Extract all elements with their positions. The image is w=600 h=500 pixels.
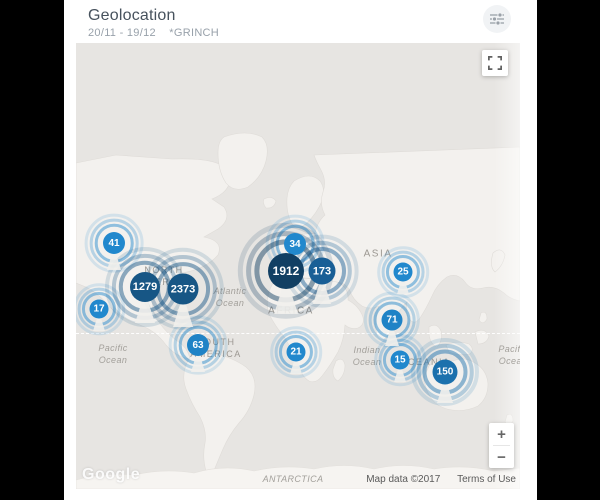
cluster-count: 2373 bbox=[168, 274, 199, 305]
terms-of-use-link[interactable]: Terms of Use bbox=[457, 474, 516, 485]
fullscreen-button[interactable] bbox=[482, 50, 508, 76]
filter-tag: *GRINCH bbox=[169, 27, 219, 39]
page-title: Geolocation bbox=[88, 7, 176, 25]
cluster-count: 15 bbox=[391, 351, 410, 370]
fullscreen-icon bbox=[488, 56, 502, 70]
map-attribution: Map data ©2017 Terms of Use bbox=[366, 474, 516, 485]
map-canvas[interactable]: NORTH AMERICASOUTH AMERICAASIAAFRICAOCEA… bbox=[76, 43, 520, 489]
card-header: Geolocation 20/11 - 19/12 *GRINCH bbox=[64, 0, 537, 43]
cluster-count: 150 bbox=[433, 360, 458, 385]
cluster-count: 1912 bbox=[268, 253, 304, 289]
cluster-count: 25 bbox=[394, 263, 413, 282]
zoom-control: + − bbox=[489, 423, 514, 468]
cluster-count: 17 bbox=[90, 300, 109, 319]
cluster-count: 21 bbox=[287, 343, 306, 362]
map-clusters-layer: 41 17 34 25 63 21 71 15 150 173 2373 1279 1912 bbox=[76, 43, 520, 489]
zoom-in-button[interactable]: + bbox=[489, 423, 514, 445]
google-logo[interactable]: Google bbox=[82, 466, 140, 484]
cluster-count: 173 bbox=[309, 258, 336, 285]
cluster-count: 71 bbox=[382, 310, 403, 331]
geolocation-card: Geolocation 20/11 - 19/12 *GRINCH bbox=[64, 0, 537, 500]
cluster-count: 34 bbox=[284, 233, 306, 255]
card-subtitle: 20/11 - 19/12 *GRINCH bbox=[88, 27, 219, 39]
cluster-count: 1279 bbox=[130, 272, 160, 302]
map-data-copyright: Map data ©2017 bbox=[366, 474, 440, 485]
filter-button[interactable] bbox=[483, 5, 511, 33]
sliders-icon bbox=[489, 12, 505, 26]
zoom-out-button[interactable]: − bbox=[489, 446, 514, 468]
cluster-count: 63 bbox=[187, 334, 209, 356]
date-range: 20/11 - 19/12 bbox=[88, 27, 156, 39]
cluster-count: 41 bbox=[103, 232, 125, 254]
